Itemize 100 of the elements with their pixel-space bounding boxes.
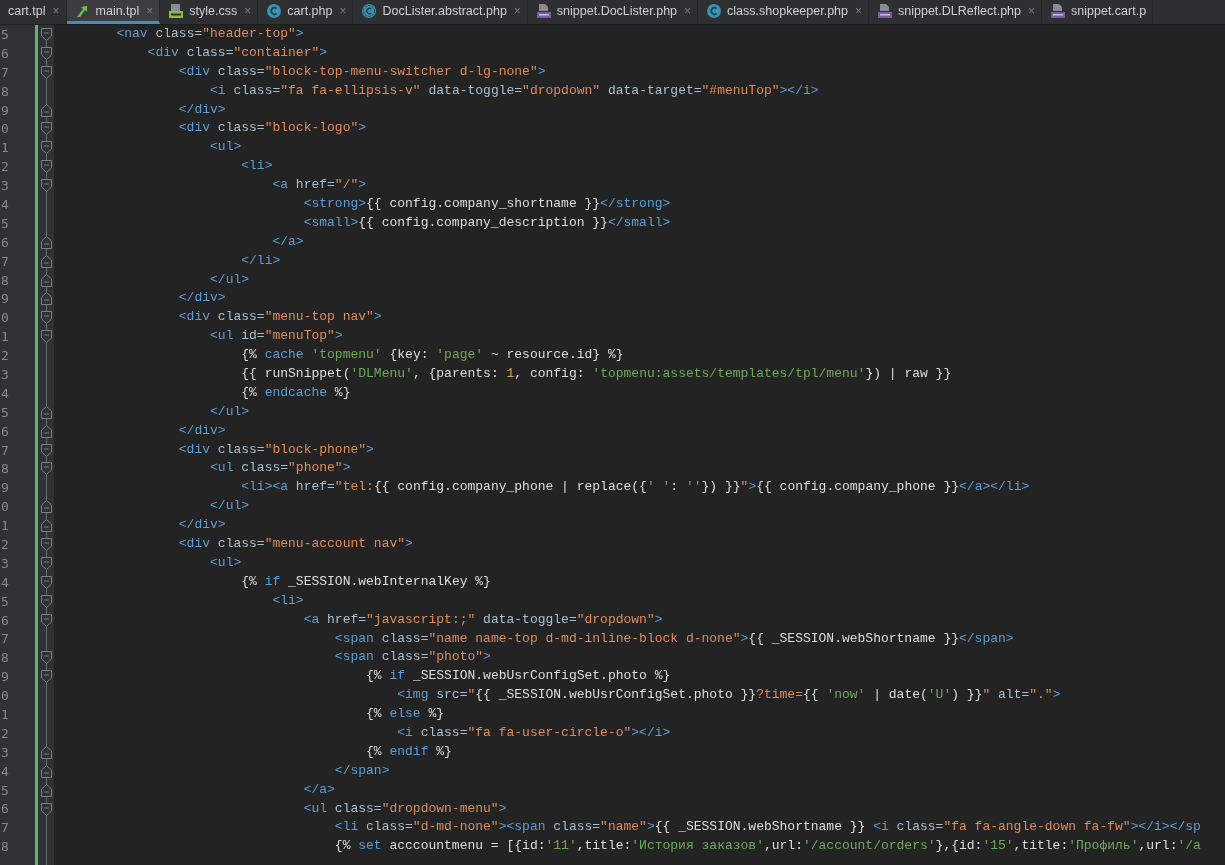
fold-collapse-icon[interactable] xyxy=(41,802,52,816)
code-line: <div class="menu-top nav"> xyxy=(177,308,383,327)
code-line: <div class="block-logo"> xyxy=(177,119,368,138)
line-number: 2 xyxy=(0,159,10,175)
line-number: 6 xyxy=(0,45,10,61)
abstract-class-icon xyxy=(361,2,378,19)
editor-tab[interactable]: main.tpl × xyxy=(66,0,161,24)
fold-collapse-icon[interactable] xyxy=(41,594,52,608)
line-number: 2 xyxy=(0,348,10,364)
php-file-icon xyxy=(535,2,552,19)
line-number: 6 xyxy=(0,612,10,628)
line-number: 5 xyxy=(0,782,10,798)
code-line: {% if _SESSION.webInternalKey %} xyxy=(240,572,492,591)
line-number: 4 xyxy=(0,196,10,212)
code-line: <a href="javascript:;" data-toggle="dropdown"> xyxy=(302,610,664,629)
code-line: <ul> xyxy=(209,553,243,572)
php-file-icon xyxy=(1050,2,1067,19)
line-number: 4 xyxy=(0,763,10,779)
line-number: 6 xyxy=(0,423,10,439)
fold-collapse-icon[interactable] xyxy=(41,575,52,589)
fold-expand-end-icon[interactable] xyxy=(41,764,52,778)
class-file-icon xyxy=(266,2,283,19)
code-line: </ul> xyxy=(209,497,251,516)
fold-expand-end-icon[interactable] xyxy=(41,235,52,249)
fold-collapse-icon[interactable] xyxy=(41,65,52,79)
fold-expand-end-icon[interactable] xyxy=(41,500,52,514)
fold-collapse-icon[interactable] xyxy=(41,330,52,344)
code-line: <div class="menu-account nav"> xyxy=(177,535,414,554)
fold-expand-end-icon[interactable] xyxy=(41,783,52,797)
line-number: 9 xyxy=(0,291,10,307)
fold-expand-end-icon[interactable] xyxy=(41,273,52,287)
line-number: 0 xyxy=(0,121,10,137)
code-line: <img src="{{ _SESSION.webUsrConfigSet.photo }}?time={{ 'now' | date('U') }}" alt="."> xyxy=(396,686,1062,705)
fold-collapse-icon[interactable] xyxy=(41,613,52,627)
line-number: 3 xyxy=(0,178,10,194)
fold-expand-end-icon[interactable] xyxy=(41,405,52,419)
code-line: <div class="container"> xyxy=(146,43,329,62)
fold-expand-end-icon[interactable] xyxy=(41,745,52,759)
fold-collapse-icon[interactable] xyxy=(41,538,52,552)
line-number: 3 xyxy=(0,744,10,760)
line-number: 4 xyxy=(0,574,10,590)
code-line: {% cache 'topmenu' {key: 'page' ~ resource.id} %} xyxy=(240,346,625,365)
css-file-icon xyxy=(168,2,185,19)
fold-collapse-icon[interactable] xyxy=(41,443,52,457)
code-line: </div> xyxy=(177,100,227,119)
code-line: <div class="block-top-menu-switcher d-lg-none"> xyxy=(177,62,547,81)
line-number: 8 xyxy=(0,272,10,288)
line-number: 8 xyxy=(0,83,10,99)
code-line: </div> xyxy=(177,421,227,440)
fold-expand-end-icon[interactable] xyxy=(41,254,52,268)
line-number: 8 xyxy=(0,839,10,855)
code-line: </div> xyxy=(177,516,227,535)
line-number: 5 xyxy=(0,215,10,231)
code-line: <i class="fa fa-ellipsis-v" data-toggle="dropdown" data-target="#menuTop"></i> xyxy=(209,81,820,100)
line-number: 6 xyxy=(0,801,10,817)
code-line: </ul> xyxy=(209,270,251,289)
line-number: 2 xyxy=(0,725,10,741)
code-line: <li class="d-md-none"><span class="name">{{ _SESSION.webShortname }} <i class="fa fa-angle-down fa-fw"></i></sp xyxy=(333,818,1202,837)
line-number: 7 xyxy=(0,631,10,647)
fold-collapse-icon[interactable] xyxy=(41,46,52,60)
code-line: <small>{{ config.company_description }}</small> xyxy=(302,213,672,232)
fold-collapse-icon[interactable] xyxy=(41,311,52,325)
line-number: 7 xyxy=(0,820,10,836)
line-number: 3 xyxy=(0,555,10,571)
code-line: {% endif %} xyxy=(365,742,453,761)
code-line: </ul> xyxy=(209,402,251,421)
line-number: 7 xyxy=(0,64,10,80)
fold-collapse-icon[interactable] xyxy=(41,122,52,136)
code-line: {% if _SESSION.webUsrConfigSet.photo %} xyxy=(365,667,672,686)
code-line: <li> xyxy=(240,157,274,176)
line-number: 1 xyxy=(0,707,10,722)
fold-collapse-icon[interactable] xyxy=(41,651,52,665)
line-number: 6 xyxy=(0,234,10,250)
code-line: <a href="/"> xyxy=(271,176,368,195)
fold-expand-end-icon[interactable] xyxy=(41,424,52,438)
class-file-icon xyxy=(706,2,723,19)
line-number: 4 xyxy=(0,385,10,401)
fold-collapse-icon[interactable] xyxy=(41,556,52,570)
fold-collapse-icon[interactable] xyxy=(41,179,52,193)
fold-expand-end-icon[interactable] xyxy=(41,292,52,306)
line-number: 0 xyxy=(0,310,10,326)
fold-collapse-icon[interactable] xyxy=(41,670,52,684)
line-number: 7 xyxy=(0,253,10,269)
fold-collapse-icon[interactable] xyxy=(41,141,52,155)
code-line: </a> xyxy=(302,780,336,799)
fold-collapse-icon[interactable] xyxy=(41,160,52,174)
line-number: 9 xyxy=(0,669,10,685)
code-line: </li> xyxy=(240,251,282,270)
fold-collapse-icon[interactable] xyxy=(41,462,52,476)
line-number: 2 xyxy=(0,537,10,552)
line-number: 3 xyxy=(0,366,10,382)
fold-expand-end-icon[interactable] xyxy=(41,519,52,533)
fold-collapse-icon[interactable] xyxy=(41,28,52,41)
code-line: <span class="photo"> xyxy=(333,648,492,667)
fold-expand-end-icon[interactable] xyxy=(41,103,52,117)
code-line: {{ runSnippet('DLMenu', {parents: 1, config: 'topmenu:assets/templates/tpl/menu'}) | raw }} xyxy=(240,365,953,384)
line-number: 5 xyxy=(0,404,10,420)
code-line: <ul id="menuTop"> xyxy=(209,327,344,346)
line-number: 8 xyxy=(0,461,10,477)
line-number: 5 xyxy=(0,26,10,42)
